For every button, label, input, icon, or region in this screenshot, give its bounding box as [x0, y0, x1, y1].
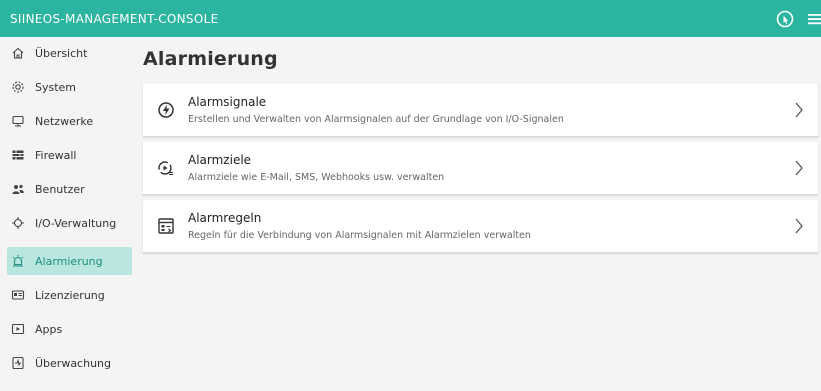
app-title: SIINEOS-MANAGEMENT-CONSOLE	[10, 11, 219, 26]
card-title: Alarmziele	[188, 153, 252, 167]
target-list-icon	[157, 159, 175, 177]
sidebar-item-system[interactable]: System	[7, 73, 132, 101]
help-touch-icon[interactable]	[775, 9, 795, 29]
card-alarmziele[interactable]: Alarmziele Alarmziele wie E-Mail, SMS, W…	[143, 142, 818, 195]
sidebar-item-uebersicht[interactable]: Übersicht	[7, 39, 132, 67]
sidebar-item-label: Netzwerke	[35, 114, 94, 128]
sidebar-item-label: System	[35, 80, 77, 94]
top-bar: SIINEOS-MANAGEMENT-CONSOLE	[0, 0, 821, 37]
card-alarmsignale[interactable]: Alarmsignale Erstellen und Verwalten von…	[143, 84, 818, 137]
sidebar-item-label: Firewall	[35, 148, 77, 162]
monitoring-icon	[11, 356, 25, 370]
license-icon	[11, 288, 25, 302]
page-title: Alarmierung	[143, 48, 278, 70]
sidebar-item-label: Benutzer	[35, 182, 85, 196]
sidebar-item-benutzer[interactable]: Benutzer	[7, 175, 132, 203]
chevron-right-icon	[794, 159, 804, 177]
hamburger-menu-icon[interactable]	[805, 11, 821, 27]
home-icon	[11, 46, 25, 60]
lightning-circle-icon	[157, 101, 175, 119]
card-description: Alarmziele wie E-Mail, SMS, Webhooks usw…	[188, 172, 445, 183]
firewall-icon	[11, 148, 25, 162]
sidebar-item-ueberwachung[interactable]: Überwachung	[7, 349, 132, 377]
sidebar-item-label: Lizenzierung	[35, 288, 105, 302]
card-title: Alarmsignale	[188, 95, 267, 109]
card-description: Regeln für die Verbindung von Alarmsigna…	[188, 230, 531, 241]
card-alarmregeln[interactable]: Alarmregeln Regeln für die Verbindung vo…	[143, 200, 818, 253]
sidebar-item-io-verwaltung[interactable]: I/O-Verwaltung	[7, 209, 132, 237]
sidebar-item-netzwerke[interactable]: Netzwerke	[7, 107, 132, 135]
users-icon	[11, 182, 25, 196]
sidebar-item-apps[interactable]: Apps	[7, 315, 132, 343]
apps-icon	[11, 322, 25, 336]
sidebar-item-label: Alarmierung	[35, 254, 103, 268]
card-title: Alarmregeln	[188, 211, 262, 225]
sidebar-item-label: Übersicht	[35, 46, 88, 60]
sidebar-item-label: Apps	[35, 322, 63, 336]
sidebar-item-lizenzierung[interactable]: Lizenzierung	[7, 281, 132, 309]
network-icon	[11, 114, 25, 128]
top-bar-actions	[775, 0, 821, 37]
chevron-right-icon	[794, 217, 804, 235]
chevron-right-icon	[794, 101, 804, 119]
card-description: Erstellen und Verwalten von Alarmsignale…	[188, 114, 564, 125]
sidebar-item-label: I/O-Verwaltung	[35, 216, 117, 230]
io-icon	[11, 216, 25, 230]
sidebar-item-label: Überwachung	[35, 356, 112, 370]
sidebar-item-firewall[interactable]: Firewall	[7, 141, 132, 169]
sidebar-item-alarmierung[interactable]: Alarmierung	[7, 247, 132, 275]
main-content: Alarmierung Alarmsignale Erstellen und V…	[143, 37, 821, 391]
alarm-icon	[11, 254, 25, 268]
rules-icon	[157, 217, 175, 235]
gear-icon	[11, 80, 25, 94]
sidebar: Übersicht System Netzwerke Firewall Benu…	[0, 37, 132, 391]
